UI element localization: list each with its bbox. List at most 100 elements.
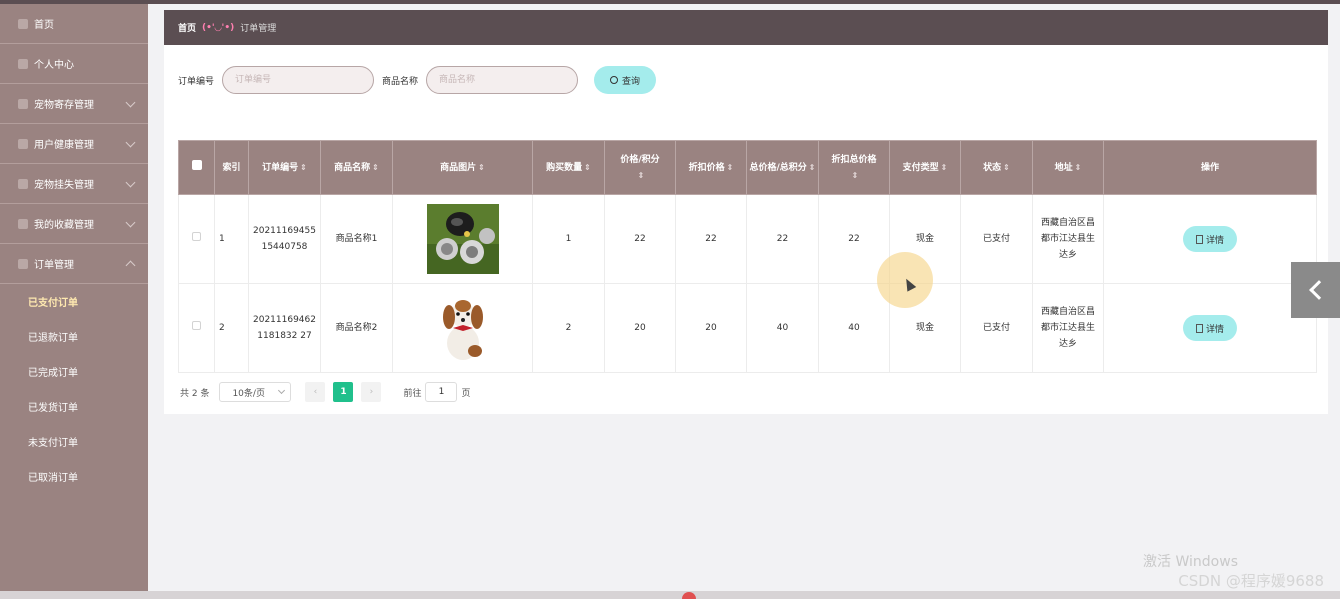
page-number-button[interactable]: 1 [333, 382, 354, 402]
page-size-select[interactable]: 10条/页 [219, 382, 292, 402]
search-button[interactable]: 查询 [594, 66, 657, 94]
sidebar-item-pet-storage[interactable]: 宠物寄存管理 [0, 84, 148, 124]
col-product-name[interactable]: 商品名称 ⇕ [320, 140, 393, 195]
bottom-strip [0, 591, 1340, 599]
row-discount-total: 40 [818, 283, 890, 373]
sort-icon: ⇕ [726, 162, 734, 172]
row-total: 22 [746, 194, 819, 284]
select-all-cell[interactable] [178, 140, 215, 195]
row-order-no: 202111694621181832 27 [248, 283, 321, 373]
sort-icon: ⇕ [372, 162, 379, 172]
next-page-button[interactable]: › [361, 382, 382, 402]
search-icon [610, 76, 619, 84]
chevron-down-icon [125, 217, 136, 228]
sort-icon: ⇕ [851, 170, 859, 180]
sidebar-item-label: 我的收藏管理 [34, 220, 94, 231]
product-name-label: 商品名称 [382, 76, 419, 87]
sidebar-subitem-paid[interactable]: 已支付订单 [0, 284, 148, 319]
col-discount-price[interactable]: 折扣价格 ⇕ [675, 140, 747, 195]
main-content: 首页 (•'◡'•) 订单管理 订单编号 商品名称 查询 索引 订单编号⇕ 商品… [164, 10, 1328, 414]
col-product-img[interactable]: 商品图片 ⇕ [392, 140, 533, 195]
col-actions: 操作 [1103, 140, 1317, 195]
goto-suffix: 页 [461, 388, 471, 399]
sort-icon: ⇕ [584, 162, 591, 172]
col-total[interactable]: 总价格/总积分 ⇕ [746, 140, 819, 195]
chevron-down-icon [125, 137, 136, 148]
table-row: 2 202111694621181832 27 商品名称2 2 20 20 40… [178, 283, 1317, 373]
detail-button[interactable]: 详情 [1183, 226, 1237, 252]
row-product-name: 商品名称2 [320, 283, 393, 373]
row-address: 西藏自治区昌都市江达县生达乡 [1032, 283, 1104, 373]
product-name-input[interactable] [426, 66, 579, 94]
prev-page-button[interactable]: ‹ [305, 382, 326, 402]
sidebar-subitem-shipped[interactable]: 已发货订单 [0, 389, 148, 424]
home-icon [18, 18, 28, 29]
orders-table: 索引 订单编号 ⇕ 商品名称 ⇕ 商品图片 ⇕ 购买数量 ⇕ 价格/积分 ⇕ 折扣价格 ⇕ … [178, 140, 1317, 373]
sidebar-item-profile[interactable]: 个人中心 [0, 44, 148, 84]
row-select-cell[interactable] [178, 283, 215, 373]
sidebar-subitem-unpaid[interactable]: 未支付订单 [0, 424, 148, 459]
user-icon [18, 58, 28, 69]
breadcrumb-home[interactable]: 首页 [178, 21, 196, 34]
sidebar-item-user-health[interactable]: 用户健康管理 [0, 124, 148, 164]
row-status: 已支付 [960, 194, 1033, 284]
goto-label: 前往 [403, 388, 422, 399]
sidebar: 首页 个人中心 宠物寄存管理 用户健康管理 宠物挂失管理 我的收藏管理 订单管理… [0, 4, 148, 591]
sidebar-item-orders[interactable]: 订单管理 [0, 244, 148, 284]
sidebar-item-label: 首页 [34, 20, 54, 31]
grid-icon [18, 258, 28, 269]
detail-button[interactable]: 详情 [1183, 315, 1237, 341]
sidebar-item-home[interactable]: 首页 [0, 4, 148, 44]
row-product-name: 商品名称1 [320, 194, 393, 284]
col-index: 索引 [214, 140, 249, 195]
box-icon [18, 98, 28, 109]
col-qty[interactable]: 购买数量 ⇕ [532, 140, 605, 195]
sidebar-item-label: 个人中心 [34, 60, 74, 71]
breadcrumb-current: 订单管理 [240, 24, 277, 34]
collapse-panel-button[interactable] [1291, 262, 1340, 318]
row-product-img [392, 283, 533, 373]
row-discount-price: 22 [675, 194, 747, 284]
order-no-input[interactable] [222, 66, 375, 94]
col-price[interactable]: 价格/积分 ⇕ [604, 140, 676, 195]
sidebar-item-label: 订单管理 [34, 260, 74, 271]
product-image-plush-dog [426, 293, 499, 363]
breadcrumb-emote: (•'◡'•) [202, 22, 235, 33]
col-order-no[interactable]: 订单编号 ⇕ [248, 140, 321, 195]
sidebar-subitem-refunded[interactable]: 已退款订单 [0, 319, 148, 354]
col-status[interactable]: 状态 ⇕ [960, 140, 1033, 195]
row-checkbox[interactable] [192, 232, 201, 241]
sidebar-subitem-completed[interactable]: 已完成订单 [0, 354, 148, 389]
sidebar-item-label: 宠物挂失管理 [34, 180, 94, 191]
row-order-no: 2021116945515440758 [248, 194, 321, 284]
total-count: 共 2 条 [180, 388, 210, 399]
col-pay-type[interactable]: 支付类型 ⇕ [889, 140, 961, 195]
goto-page-input[interactable] [425, 382, 458, 402]
breadcrumb: 首页 (•'◡'•) 订单管理 [164, 10, 1328, 45]
row-product-img [392, 194, 533, 284]
row-actions: 详情 [1103, 283, 1317, 373]
sort-icon: ⇕ [1074, 162, 1082, 172]
order-no-label: 订单编号 [178, 76, 215, 87]
sidebar-item-favorites[interactable]: 我的收藏管理 [0, 204, 148, 244]
row-select-cell[interactable] [178, 194, 215, 284]
row-index: 2 [214, 283, 249, 373]
row-total: 40 [746, 283, 819, 373]
sort-icon: ⇕ [940, 162, 948, 172]
row-qty: 1 [532, 194, 605, 284]
search-bar: 订单编号 商品名称 查询 [178, 66, 657, 94]
col-discount-total[interactable]: 折扣总价格 ⇕ [818, 140, 890, 195]
col-address[interactable]: 地址 ⇕ [1032, 140, 1104, 195]
row-index: 1 [214, 194, 249, 284]
row-checkbox[interactable] [192, 321, 201, 330]
pagination: 共 2 条 10条/页 ‹ 1 › 前往 页 [180, 382, 470, 402]
select-all-checkbox[interactable] [191, 159, 202, 170]
health-icon [18, 138, 28, 149]
sidebar-subitem-cancelled[interactable]: 已取消订单 [0, 459, 148, 494]
row-discount-price: 20 [675, 283, 747, 373]
document-icon [1195, 323, 1203, 333]
sort-icon: ⇕ [637, 170, 645, 180]
windows-activation-watermark: 激活 Windows [1143, 554, 1238, 570]
sort-icon: ⇕ [808, 162, 816, 172]
sidebar-item-pet-lost[interactable]: 宠物挂失管理 [0, 164, 148, 204]
